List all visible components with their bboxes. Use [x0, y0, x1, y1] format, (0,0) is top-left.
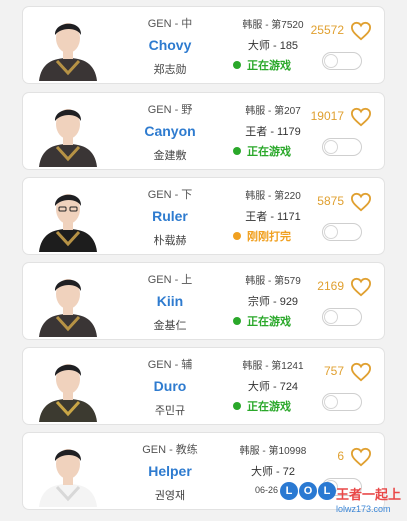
player-card[interactable]: GEN - 辅 Duro 주민규 韩服 - 第1241 大师 - 724 正在游… [22, 347, 385, 425]
server-rank-position: 韩服 - 第7520 [242, 20, 304, 31]
rank-tier-points: 宗师 - 929 [247, 296, 299, 308]
server-rank-position: 韩服 - 第579 [245, 276, 301, 287]
follow-toggle[interactable] [322, 223, 362, 241]
team-position: GEN - 下 [147, 189, 193, 201]
site-watermark: L O L 王者一起上 lolwz173.com [276, 478, 407, 521]
team-position: GEN - 上 [147, 274, 193, 286]
player-photo [39, 23, 97, 81]
heart-icon[interactable] [350, 362, 372, 382]
player-name[interactable]: Ruler [118, 208, 222, 224]
player-card[interactable]: GEN - 下 Ruler 朴载赫 韩服 - 第220 王者 - 1171 刚刚… [22, 177, 385, 255]
toggle-knob [324, 395, 338, 409]
server-rank-position: 韩服 - 第220 [245, 191, 301, 202]
heart-icon[interactable] [350, 21, 372, 41]
status: 正在游戏 [233, 143, 291, 159]
status-dot-icon [233, 402, 241, 410]
server-rank-position: 韩服 - 第10998 [239, 446, 307, 457]
status: 刚刚打完 [233, 228, 291, 244]
heart-icon[interactable] [350, 192, 372, 212]
status-dot-icon [233, 317, 241, 325]
player-card[interactable]: GEN - 上 Kiin 金基仁 韩服 - 第579 宗师 - 929 正在游戏… [22, 262, 385, 340]
player-real-name: 郑志勋 [153, 64, 187, 76]
heart-icon[interactable] [350, 447, 372, 467]
lol-logo: L O L [280, 482, 336, 500]
logo-letter: L [280, 482, 298, 500]
logo-letter: L [318, 482, 336, 500]
team-position: GEN - 野 [147, 104, 193, 116]
player-photo [39, 109, 97, 167]
status-dot-icon [233, 61, 241, 69]
watermark-title: 王者一起上 [336, 487, 402, 502]
status-dot-icon [233, 232, 241, 240]
team-position: GEN - 中 [147, 18, 193, 30]
status-text: 正在游戏 [247, 60, 291, 72]
like-count: 6 [337, 449, 344, 463]
player-real-name: 권영재 [154, 490, 186, 502]
status: 正在游戏 [233, 398, 291, 414]
server-rank-position: 韩服 - 第1241 [242, 361, 304, 372]
follow-toggle[interactable] [322, 138, 362, 156]
player-name[interactable]: Duro [118, 378, 222, 394]
status: 正在游戏 [233, 313, 291, 329]
player-name[interactable]: Helper [118, 463, 222, 479]
follow-toggle[interactable] [322, 393, 362, 411]
rank-tier-points: 大师 - 724 [247, 381, 299, 393]
rank-tier-points: 王者 - 1171 [245, 211, 301, 223]
player-photo [39, 449, 97, 507]
toggle-knob [324, 310, 338, 324]
player-real-name: 주민규 [154, 405, 186, 417]
like-count: 19017 [310, 109, 344, 123]
heart-icon[interactable] [350, 107, 372, 127]
team-position: GEN - 教练 [142, 444, 198, 456]
player-photo [39, 194, 97, 252]
status: 正在游戏 [233, 57, 291, 73]
status-dot-icon [233, 147, 241, 155]
rank-tier-points: 大师 - 72 [250, 466, 295, 478]
status-text: 正在游戏 [247, 316, 291, 328]
like-count: 757 [323, 364, 344, 378]
rank-tier-points: 王者 - 1179 [245, 126, 301, 138]
player-name[interactable]: Kiin [118, 293, 222, 309]
player-photo [39, 279, 97, 337]
toggle-knob [324, 140, 338, 154]
player-name[interactable]: Canyon [118, 123, 222, 139]
player-real-name: 金建敷 [153, 150, 187, 162]
player-real-name: 朴载赫 [153, 235, 187, 247]
follow-toggle[interactable] [322, 52, 362, 70]
status-text: 刚刚打完 [247, 231, 291, 243]
watermark-url: lolwz173.com [336, 504, 391, 514]
player-card[interactable]: GEN - 野 Canyon 金建敷 韩服 - 第207 王者 - 1179 正… [22, 92, 385, 170]
player-real-name: 金基仁 [153, 320, 187, 332]
toggle-knob [324, 54, 338, 68]
follow-toggle[interactable] [322, 308, 362, 326]
team-position: GEN - 辅 [147, 359, 193, 371]
like-count: 25572 [310, 23, 344, 37]
player-photo [39, 364, 97, 422]
status-text: 正在游戏 [247, 146, 291, 158]
like-count: 2169 [317, 279, 344, 293]
toggle-knob [324, 225, 338, 239]
status-text: 正在游戏 [247, 401, 291, 413]
like-count: 5875 [317, 194, 344, 208]
player-card[interactable]: GEN - 中 Chovy 郑志勋 韩服 - 第7520 大师 - 185 正在… [22, 6, 385, 84]
player-name[interactable]: Chovy [118, 37, 222, 53]
logo-letter: O [299, 482, 317, 500]
server-rank-position: 韩服 - 第207 [245, 106, 301, 117]
heart-icon[interactable] [350, 277, 372, 297]
rank-tier-points: 大师 - 185 [247, 40, 299, 52]
